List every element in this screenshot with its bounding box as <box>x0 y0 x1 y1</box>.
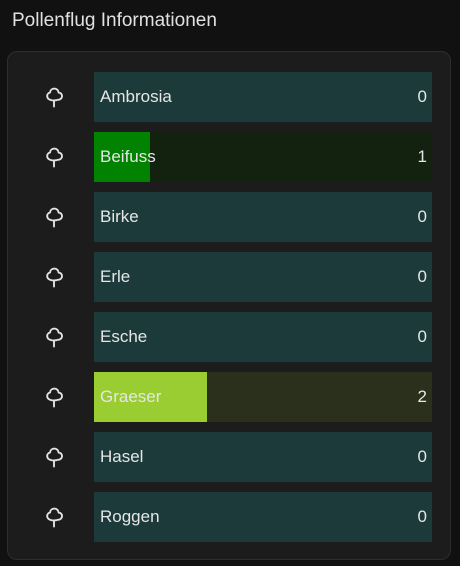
pollen-value: 1 <box>417 147 427 166</box>
tree-icon <box>43 85 67 109</box>
tree-icon <box>43 385 67 409</box>
pollen-bar: Ambrosia 0 <box>94 72 432 122</box>
pollen-label: Erle <box>100 267 131 286</box>
pollen-bar: Beifuss 1 <box>94 132 432 182</box>
pollen-bar: Esche 0 <box>94 312 432 362</box>
pollen-bar: Graeser 2 <box>94 372 432 422</box>
pollen-row-esche[interactable]: Esche 0 <box>8 312 452 362</box>
pollen-bar: Birke 0 <box>94 192 432 242</box>
pollen-bar: Hasel 0 <box>94 432 432 482</box>
pollen-row-ambrosia[interactable]: Ambrosia 0 <box>8 72 452 122</box>
pollen-card: Ambrosia 0 Beifuss 1 Birke 0 Erle 0 Esch… <box>7 51 451 560</box>
pollen-label: Graeser <box>100 387 162 406</box>
pollen-value: 0 <box>417 207 427 226</box>
pollen-value: 0 <box>417 267 427 286</box>
pollen-row-roggen[interactable]: Roggen 0 <box>8 492 452 542</box>
pollen-row-beifuss[interactable]: Beifuss 1 <box>8 132 452 182</box>
pollen-value: 0 <box>417 87 427 106</box>
tree-icon <box>43 505 67 529</box>
pollen-value: 0 <box>417 447 427 466</box>
pollen-row-birke[interactable]: Birke 0 <box>8 192 452 242</box>
pollen-label: Birke <box>100 207 139 226</box>
tree-icon <box>43 445 67 469</box>
tree-icon <box>43 145 67 169</box>
pollen-bar: Erle 0 <box>94 252 432 302</box>
pollen-row-graeser[interactable]: Graeser 2 <box>8 372 452 422</box>
pollen-row-erle[interactable]: Erle 0 <box>8 252 452 302</box>
tree-icon <box>43 265 67 289</box>
pollen-value: 0 <box>417 507 427 526</box>
pollen-label: Ambrosia <box>100 87 172 106</box>
tree-icon <box>43 205 67 229</box>
tree-icon <box>43 325 67 349</box>
pollen-value: 0 <box>417 327 427 346</box>
pollen-row-hasel[interactable]: Hasel 0 <box>8 432 452 482</box>
pollen-label: Roggen <box>100 507 160 526</box>
page-title: Pollenflug Informationen <box>12 10 217 31</box>
pollen-label: Beifuss <box>100 147 156 166</box>
pollen-label: Hasel <box>100 447 144 466</box>
pollen-label: Esche <box>100 327 148 346</box>
pollen-bar: Roggen 0 <box>94 492 432 542</box>
pollen-value: 2 <box>417 387 427 406</box>
